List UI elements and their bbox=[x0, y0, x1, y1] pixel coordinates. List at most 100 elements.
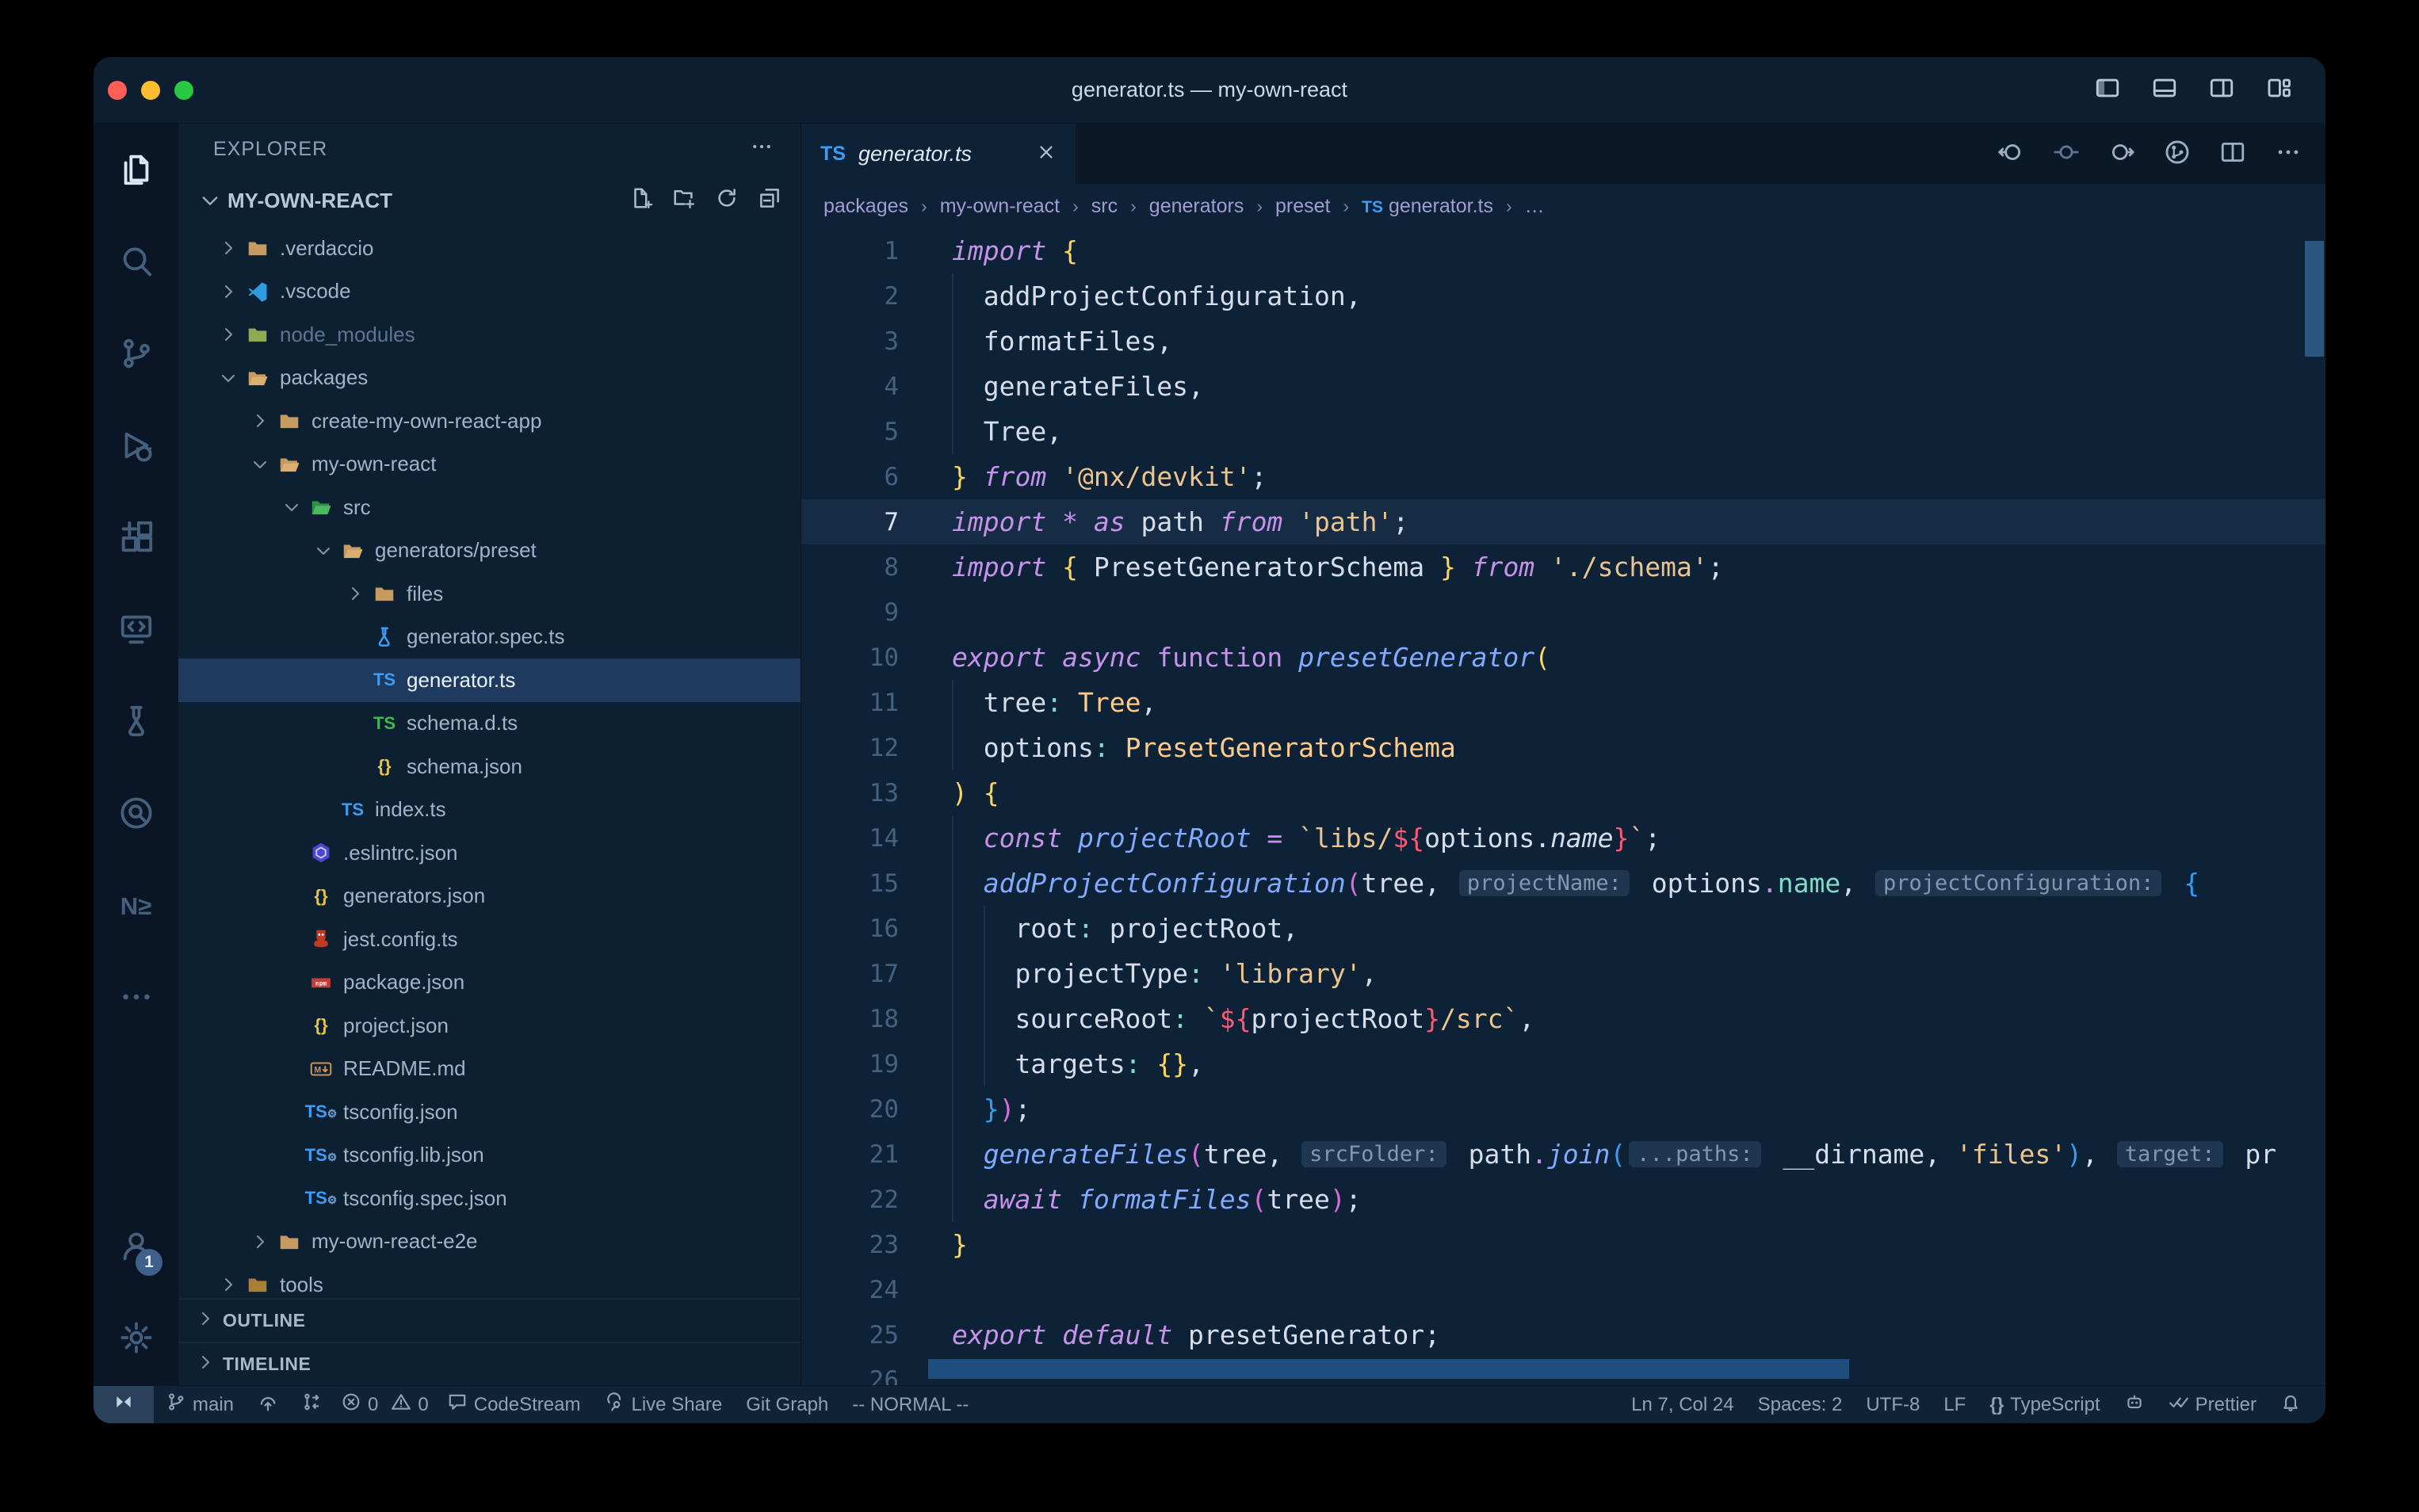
tree-item-packages[interactable]: packages bbox=[178, 357, 801, 400]
activitybar-extensions[interactable] bbox=[94, 493, 178, 585]
project-section-header[interactable]: MY-OWN-REACT bbox=[178, 174, 801, 227]
breadcrumb-item[interactable]: preset bbox=[1275, 195, 1330, 218]
status-warnings[interactable]: 0 bbox=[384, 1386, 434, 1423]
timeline-section[interactable]: TIMELINE bbox=[178, 1342, 801, 1385]
status-git-graph[interactable]: Git Graph bbox=[734, 1386, 840, 1423]
activitybar-run-debug[interactable] bbox=[94, 401, 178, 493]
line-number[interactable]: 25 bbox=[801, 1321, 899, 1350]
tree-item-package-json[interactable]: npm package.json bbox=[178, 961, 801, 1005]
tree-item-node-modules[interactable]: node_modules bbox=[178, 313, 801, 357]
tree-item--vscode[interactable]: .vscode bbox=[178, 270, 801, 314]
breadcrumb-item[interactable]: … bbox=[1525, 195, 1545, 218]
status-errors[interactable]: 0 bbox=[334, 1386, 384, 1423]
new-folder-icon[interactable] bbox=[672, 186, 696, 216]
nav-forward-icon[interactable] bbox=[2108, 139, 2135, 170]
line-number[interactable]: 23 bbox=[801, 1231, 899, 1259]
tree-item-generator-ts[interactable]: TS generator.ts bbox=[178, 659, 801, 702]
activitybar-explorer[interactable] bbox=[94, 125, 178, 217]
close-window-button[interactable] bbox=[108, 81, 127, 100]
tree-item-src[interactable]: src bbox=[178, 486, 801, 529]
activitybar-accounts[interactable]: 1 bbox=[94, 1201, 178, 1293]
layout-grid-icon[interactable] bbox=[2265, 74, 2292, 105]
git-graph-icon[interactable] bbox=[2164, 139, 2191, 170]
nav-dot-icon[interactable] bbox=[2053, 139, 2080, 170]
tree-item-schema-d-ts[interactable]: TS schema.d.ts bbox=[178, 702, 801, 746]
line-number[interactable]: 1 bbox=[801, 237, 899, 265]
minimize-window-button[interactable] bbox=[141, 81, 160, 100]
status-codestream[interactable]: CodeStream bbox=[435, 1386, 593, 1423]
activitybar-source-control[interactable] bbox=[94, 309, 178, 401]
line-number[interactable]: 13 bbox=[801, 779, 899, 808]
activitybar-settings[interactable] bbox=[94, 1293, 178, 1385]
status-language-mode[interactable]: {}TypeScript bbox=[1978, 1386, 2111, 1423]
close-tab-icon[interactable] bbox=[1036, 142, 1057, 166]
tree-item-tsconfig-json[interactable]: TS⚙ tsconfig.json bbox=[178, 1090, 801, 1134]
activitybar-nx-console[interactable]: N≥ bbox=[94, 861, 178, 953]
line-number[interactable]: 8 bbox=[801, 553, 899, 582]
line-number[interactable]: 21 bbox=[801, 1140, 899, 1169]
line-number[interactable]: 3 bbox=[801, 327, 899, 356]
tree-item-project-json[interactable]: {} project.json bbox=[178, 1004, 801, 1048]
tree-item-README-md[interactable]: M README.md bbox=[178, 1048, 801, 1091]
line-number[interactable]: 5 bbox=[801, 418, 899, 446]
line-number[interactable]: 10 bbox=[801, 643, 899, 672]
status-encoding[interactable]: UTF-8 bbox=[1854, 1386, 1932, 1423]
vertical-scrollbar[interactable] bbox=[2305, 241, 2324, 357]
tree-item-files[interactable]: files bbox=[178, 572, 801, 616]
line-number[interactable]: 14 bbox=[801, 824, 899, 853]
status-notifications[interactable] bbox=[2268, 1386, 2313, 1423]
status-cursor-position[interactable]: Ln 7, Col 24 bbox=[1619, 1386, 1745, 1423]
breadcrumb-item[interactable]: my-own-react bbox=[940, 195, 1060, 218]
activitybar-more[interactable] bbox=[94, 953, 178, 1044]
layout-split-icon[interactable] bbox=[2208, 74, 2235, 105]
line-number[interactable]: 24 bbox=[801, 1276, 899, 1304]
status-publish-changes[interactable] bbox=[246, 1386, 290, 1423]
split-editor-icon[interactable] bbox=[2219, 139, 2246, 170]
tree-item--verdaccio[interactable]: .verdaccio bbox=[178, 227, 801, 270]
status-eol[interactable]: LF bbox=[1932, 1386, 1978, 1423]
line-number[interactable]: 15 bbox=[801, 869, 899, 898]
line-number[interactable]: 7 bbox=[801, 508, 899, 536]
tree-item-generators-json[interactable]: {} generators.json bbox=[178, 875, 801, 918]
activitybar-remote-explorer[interactable] bbox=[94, 585, 178, 677]
line-number[interactable]: 11 bbox=[801, 689, 899, 717]
tree-item-generator-spec-ts[interactable]: generator.spec.ts bbox=[178, 616, 801, 659]
tree-item-my-own-react-e2e[interactable]: my-own-react-e2e bbox=[178, 1220, 801, 1264]
breadcrumb-item[interactable]: TS generator.ts bbox=[1362, 195, 1493, 218]
line-number[interactable]: 6 bbox=[801, 463, 899, 491]
tree-item-jest-config-ts[interactable]: jest.config.ts bbox=[178, 918, 801, 961]
more-icon[interactable] bbox=[2275, 139, 2302, 170]
line-number[interactable]: 19 bbox=[801, 1050, 899, 1079]
line-number[interactable]: 9 bbox=[801, 598, 899, 627]
status-compare-changes[interactable] bbox=[290, 1386, 334, 1423]
horizontal-scrollbar[interactable] bbox=[928, 1359, 1849, 1379]
status-copilot[interactable] bbox=[2112, 1386, 2157, 1423]
tree-item-generators-preset[interactable]: generators/preset bbox=[178, 529, 801, 573]
new-file-icon[interactable] bbox=[629, 186, 653, 216]
activitybar-codestream[interactable] bbox=[94, 769, 178, 861]
status-vim-mode[interactable]: -- NORMAL -- bbox=[840, 1386, 980, 1423]
refresh-icon[interactable] bbox=[715, 186, 739, 216]
tab-generator-ts[interactable]: TS generator.ts bbox=[801, 124, 1076, 184]
remote-indicator[interactable] bbox=[94, 1386, 154, 1423]
status-prettier[interactable]: Prettier bbox=[2157, 1386, 2268, 1423]
code-editor[interactable]: 1import {2 addProjectConfiguration,3 for… bbox=[801, 228, 2325, 1385]
line-number[interactable]: 17 bbox=[801, 960, 899, 988]
tree-item-tsconfig-spec-json[interactable]: TS⚙ tsconfig.spec.json bbox=[178, 1177, 801, 1220]
tree-item-create-my-own-react-app[interactable]: create-my-own-react-app bbox=[178, 399, 801, 443]
breadcrumb-item[interactable]: generators bbox=[1149, 195, 1244, 218]
activitybar-search[interactable] bbox=[94, 217, 178, 309]
breadcrumb-item[interactable]: packages bbox=[824, 195, 908, 218]
tree-item-schema-json[interactable]: {} schema.json bbox=[178, 745, 801, 788]
nav-back-icon[interactable] bbox=[1997, 139, 2024, 170]
tree-item--eslintrc-json[interactable]: .eslintrc.json bbox=[178, 831, 801, 875]
line-number[interactable]: 22 bbox=[801, 1186, 899, 1214]
tree-item-index-ts[interactable]: TS index.ts bbox=[178, 788, 801, 832]
tree-item-my-own-react[interactable]: my-own-react bbox=[178, 443, 801, 487]
maximize-window-button[interactable] bbox=[174, 81, 193, 100]
tree-item-tsconfig-lib-json[interactable]: TS⚙ tsconfig.lib.json bbox=[178, 1134, 801, 1178]
outline-section[interactable]: OUTLINE bbox=[178, 1298, 801, 1342]
status-git-branch[interactable]: main bbox=[154, 1386, 246, 1423]
status-indentation[interactable]: Spaces: 2 bbox=[1746, 1386, 1855, 1423]
line-number[interactable]: 12 bbox=[801, 734, 899, 762]
